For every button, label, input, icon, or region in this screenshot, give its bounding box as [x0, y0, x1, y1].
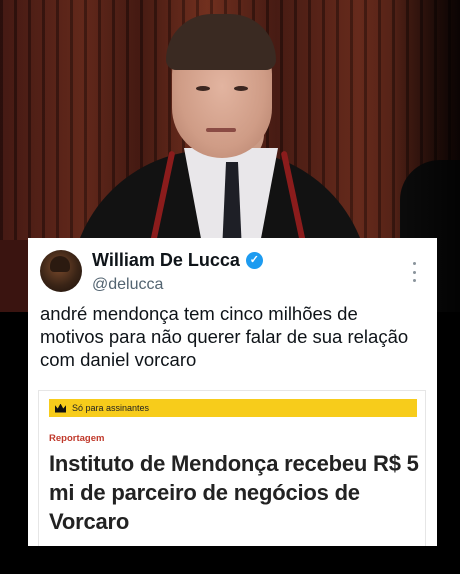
more-options-icon[interactable] [411, 262, 417, 282]
tweet-text: andré mendonça tem cinco milhões de moti… [40, 303, 409, 370]
verified-check-icon: ✓ [245, 252, 263, 269]
article-preview[interactable]: Só para assinantes Reportagem Instituto … [38, 390, 426, 546]
article-section: Reportagem [49, 433, 105, 444]
avatar[interactable] [40, 250, 82, 292]
eye [234, 86, 248, 91]
author-row: William De Lucca ✓ [92, 250, 263, 271]
tweet-card[interactable]: William De Lucca ✓ @delucca andré mendon… [28, 238, 437, 546]
paywall-label: Só para assinantes [72, 403, 150, 413]
article-headline[interactable]: Instituto de Mendonça recebeu R$ 5 mi de… [49, 449, 421, 536]
paywall-banner: Só para assinantes [49, 399, 417, 417]
hair [166, 14, 276, 70]
author-handle[interactable]: @delucca [92, 276, 163, 294]
mouth [206, 128, 236, 132]
crown-icon [55, 403, 66, 413]
author-name[interactable]: William De Lucca [92, 250, 240, 271]
eye [196, 86, 210, 91]
more-options-dot [412, 270, 416, 274]
more-options-dot [412, 279, 416, 282]
more-options-dot [412, 262, 416, 265]
